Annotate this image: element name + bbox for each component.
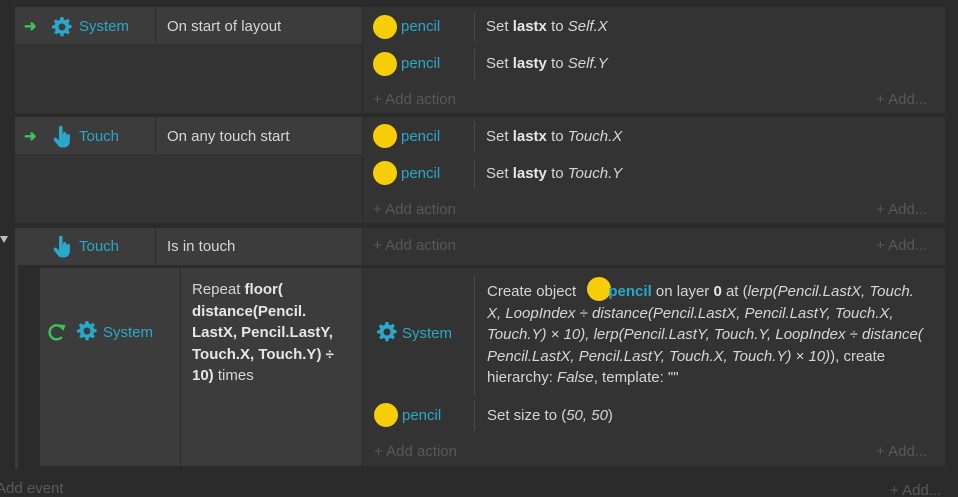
pencil-object-icon bbox=[373, 52, 397, 76]
action-value: Touch.Y bbox=[567, 165, 623, 182]
action-object-name[interactable]: pencil bbox=[402, 407, 441, 424]
gear-icon bbox=[77, 321, 97, 341]
action-object-name[interactable]: pencil bbox=[401, 18, 440, 35]
divider bbox=[362, 228, 363, 265]
add-action-button[interactable]: + Add action bbox=[373, 237, 456, 254]
event-1-condition[interactable]: On start of layout bbox=[167, 18, 281, 35]
action-object-name[interactable]: pencil bbox=[401, 128, 440, 145]
action-verb: Set bbox=[486, 18, 509, 35]
touch-hand-icon bbox=[53, 126, 70, 148]
pencil-object-icon bbox=[373, 161, 397, 185]
variable-name: lasty bbox=[512, 55, 547, 72]
add-more-button[interactable]: + Add... bbox=[876, 443, 927, 460]
divider bbox=[155, 228, 156, 265]
divider bbox=[474, 12, 475, 42]
action-object-name[interactable]: pencil bbox=[401, 165, 440, 182]
action-value: Self.Y bbox=[567, 55, 608, 72]
event-2-action-2[interactable]: Set lasty to Touch.Y bbox=[486, 165, 622, 182]
event-2-object-name[interactable]: Touch bbox=[79, 128, 119, 145]
divider bbox=[474, 122, 475, 152]
variable-name: lastx bbox=[512, 18, 547, 35]
pencil-object-icon bbox=[373, 15, 397, 39]
set-size-action[interactable]: Set size to (50, 50) bbox=[487, 407, 613, 424]
event-3-object-name[interactable]: Touch bbox=[79, 238, 119, 255]
add-more-button[interactable]: + Add... bbox=[876, 201, 927, 218]
divider bbox=[155, 7, 156, 44]
add-event-button[interactable]: Add event bbox=[0, 480, 64, 497]
event-3-condition[interactable]: Is in touch bbox=[167, 238, 235, 255]
divider bbox=[474, 400, 475, 430]
divider bbox=[474, 159, 475, 189]
sub-event-object-name[interactable]: System bbox=[103, 324, 153, 341]
event-2-condition[interactable]: On any touch start bbox=[167, 128, 290, 145]
trigger-arrow-icon: ➜ bbox=[24, 18, 37, 35]
event-1-action-2[interactable]: Set lasty to Self.Y bbox=[486, 55, 608, 72]
action-to: to bbox=[551, 18, 564, 35]
pencil-object-icon bbox=[374, 403, 398, 427]
action-to: to bbox=[551, 165, 564, 182]
sub-event-condition[interactable]: Repeat floor( distance(Pencil. LastX, Pe… bbox=[192, 279, 357, 387]
action-value: Touch.X bbox=[567, 128, 623, 145]
pencil-object-icon bbox=[373, 124, 397, 148]
create-object-action[interactable]: Create object pencil on layer 0 at (lerp… bbox=[487, 281, 937, 389]
event-1-action-1[interactable]: Set lastx to Self.X bbox=[486, 18, 608, 35]
action-to: to bbox=[551, 55, 564, 72]
add-more-button[interactable]: + Add... bbox=[876, 237, 927, 254]
divider bbox=[474, 49, 475, 79]
gear-icon bbox=[52, 17, 72, 37]
sub-event-indent-line bbox=[15, 265, 18, 469]
action-verb: Set bbox=[486, 128, 509, 145]
action-object-name[interactable]: pencil bbox=[401, 55, 440, 72]
variable-name: lasty bbox=[512, 165, 547, 182]
divider bbox=[362, 268, 363, 466]
gear-icon bbox=[377, 322, 397, 342]
add-action-button[interactable]: + Add action bbox=[374, 443, 457, 460]
add-more-button[interactable]: + Add... bbox=[876, 91, 927, 108]
divider bbox=[155, 117, 156, 154]
action-verb: Set bbox=[486, 55, 509, 72]
trigger-arrow-icon: ➜ bbox=[24, 128, 37, 145]
variable-name: lastx bbox=[512, 128, 547, 145]
divider bbox=[474, 275, 475, 395]
event-1-object-name[interactable]: System bbox=[79, 18, 129, 35]
touch-hand-icon bbox=[53, 236, 70, 258]
add-more-button[interactable]: + Add... bbox=[890, 482, 941, 497]
action-verb: Set bbox=[486, 165, 509, 182]
add-action-button[interactable]: + Add action bbox=[373, 201, 456, 218]
action-to: to bbox=[551, 128, 564, 145]
divider bbox=[180, 268, 181, 466]
action-value: Self.X bbox=[567, 18, 608, 35]
collapse-triangle-icon[interactable] bbox=[0, 236, 8, 243]
divider bbox=[362, 7, 363, 113]
action-object-name[interactable]: System bbox=[402, 325, 452, 342]
add-action-button[interactable]: + Add action bbox=[373, 91, 456, 108]
divider bbox=[362, 117, 363, 223]
event-2-action-1[interactable]: Set lastx to Touch.X bbox=[486, 128, 622, 145]
loop-icon bbox=[48, 324, 66, 341]
